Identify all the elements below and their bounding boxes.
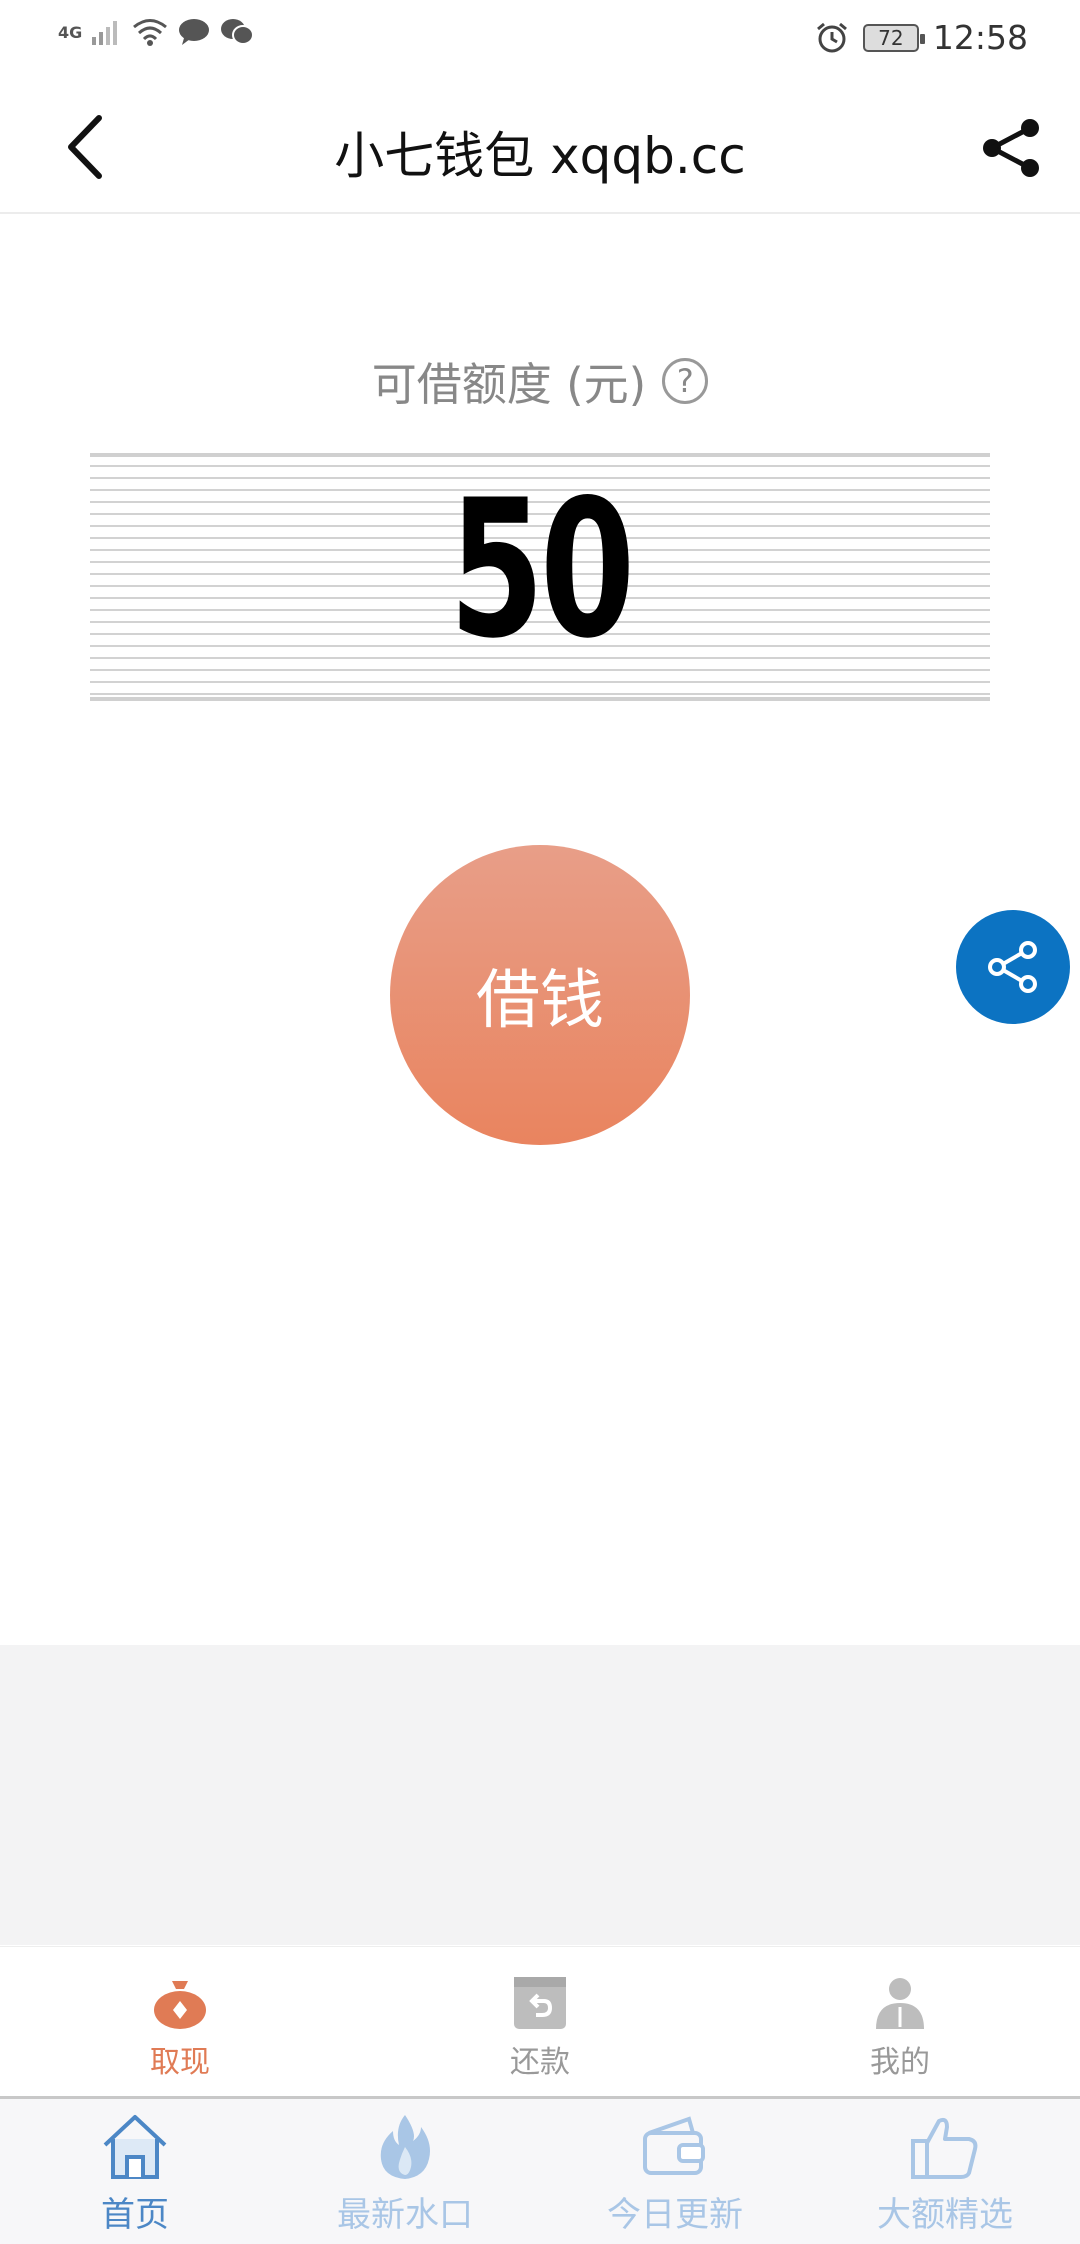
- nav-featured-label: 大额精选: [877, 2195, 1013, 2235]
- credit-limit-text: 可借额度 (元): [371, 358, 647, 411]
- share-icon: [988, 941, 1037, 993]
- tab-repay-label: 还款: [510, 2045, 570, 2080]
- status-icons-right: 72 12:58: [815, 18, 1028, 57]
- help-icon[interactable]: ?: [662, 357, 709, 404]
- nav-today-label: 今日更新: [607, 2195, 743, 2235]
- clock: 12:58: [932, 18, 1028, 57]
- inner-tab-bar: 取现 还款 我的: [0, 1946, 1080, 2096]
- credit-amount: 50: [449, 459, 635, 680]
- nav-home-label: 首页: [101, 2195, 169, 2235]
- status-bar: 4G 72 12:58: [0, 0, 1080, 80]
- share-icon: [983, 119, 1039, 177]
- nav-featured[interactable]: 大额精选: [810, 2099, 1080, 2244]
- home-icon: [103, 2115, 167, 2179]
- nav-latest[interactable]: 最新水口: [270, 2099, 540, 2244]
- battery-indicator: 72: [862, 23, 925, 52]
- borrow-button[interactable]: 借钱: [390, 845, 690, 1145]
- share-button[interactable]: [974, 110, 1050, 186]
- nav-today[interactable]: 今日更新: [540, 2099, 810, 2244]
- thumbs-up-icon: [911, 2117, 978, 2179]
- nav-home[interactable]: 首页: [0, 2099, 270, 2244]
- page-title: 小七钱包 xqqb.cc: [334, 127, 746, 185]
- wifi-icon: [133, 19, 168, 46]
- tab-withdraw[interactable]: 取现: [0, 1947, 360, 2096]
- user-icon: [876, 1978, 924, 2029]
- tab-repay[interactable]: 还款: [360, 1947, 720, 2096]
- wechat-icon: [221, 19, 255, 45]
- floating-share-button[interactable]: [956, 910, 1070, 1024]
- tab-withdraw-label: 取现: [150, 2045, 210, 2080]
- message-icon: [179, 19, 210, 45]
- alarm-icon: [816, 22, 847, 52]
- tab-mine-label: 我的: [870, 2045, 930, 2080]
- repay-icon: [514, 1977, 566, 2029]
- content-spacer: [0, 1645, 1080, 1945]
- wallet-icon: [643, 2116, 705, 2175]
- credit-limit-label: 可借额度 (元) ?: [0, 348, 1080, 413]
- credit-amount-panel: 50: [90, 453, 990, 701]
- tab-mine[interactable]: 我的: [720, 1947, 1080, 2096]
- signal-icon: [92, 21, 118, 45]
- nav-latest-label: 最新水口: [337, 2195, 473, 2235]
- title-bar: 小七钱包 xqqb.cc: [0, 80, 1080, 214]
- network-type: 4G: [58, 22, 83, 42]
- flame-icon: [380, 2115, 430, 2179]
- status-icons-left: 4G: [58, 18, 255, 46]
- borrow-button-label: 借钱: [476, 964, 604, 1038]
- bottom-navigation: 首页 最新水口 今日更新 大额精选: [0, 2096, 1080, 2244]
- money-bag-icon: [154, 1981, 206, 2029]
